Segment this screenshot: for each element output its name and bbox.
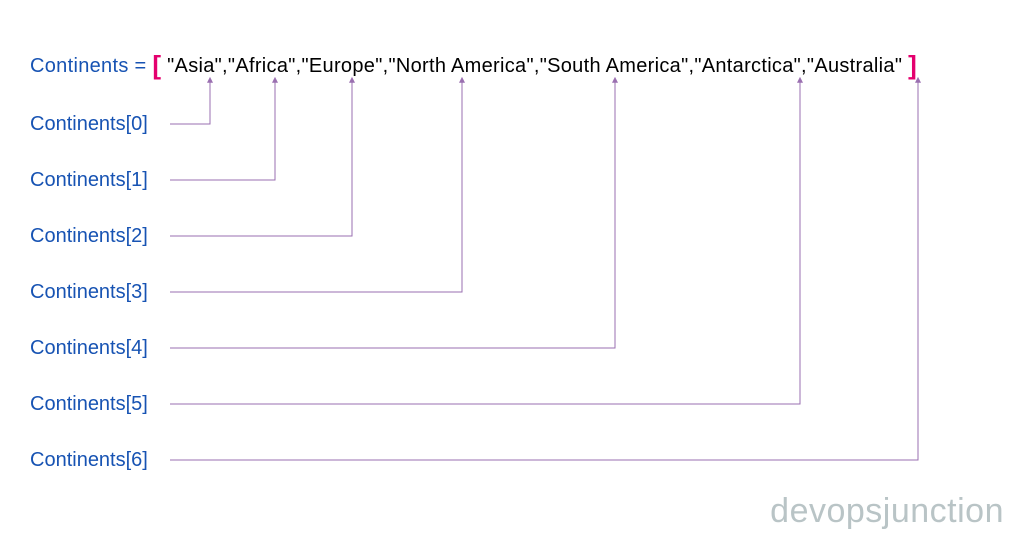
array-literal: "Asia","Africa","Europe","North America"… [167,55,902,77]
index-label-3: Continents[3] [30,281,148,304]
index-label-0: Continents[0] [30,113,148,136]
assign-symbol: = [134,55,146,77]
arrow-2 [170,78,352,236]
watermark-text: devopsjunction [770,492,1004,531]
index-label-5: Continents[5] [30,393,148,416]
connector-arrows [0,0,1024,541]
arrow-4 [170,78,615,348]
arrow-6 [170,78,918,460]
index-label-2: Continents[2] [30,225,148,248]
array-declaration: Continents = [ "Asia","Africa","Europe",… [30,48,917,79]
arrow-5 [170,78,800,404]
index-label-4: Continents[4] [30,337,148,360]
index-label-6: Continents[6] [30,449,148,472]
variable-name: Continents [30,55,129,77]
open-bracket: [ [152,50,161,80]
arrow-1 [170,78,275,180]
index-label-1: Continents[1] [30,169,148,192]
close-bracket: ] [908,50,917,80]
arrow-0 [170,78,210,124]
diagram-stage: Continents = [ "Asia","Africa","Europe",… [0,0,1024,541]
arrow-3 [170,78,462,292]
